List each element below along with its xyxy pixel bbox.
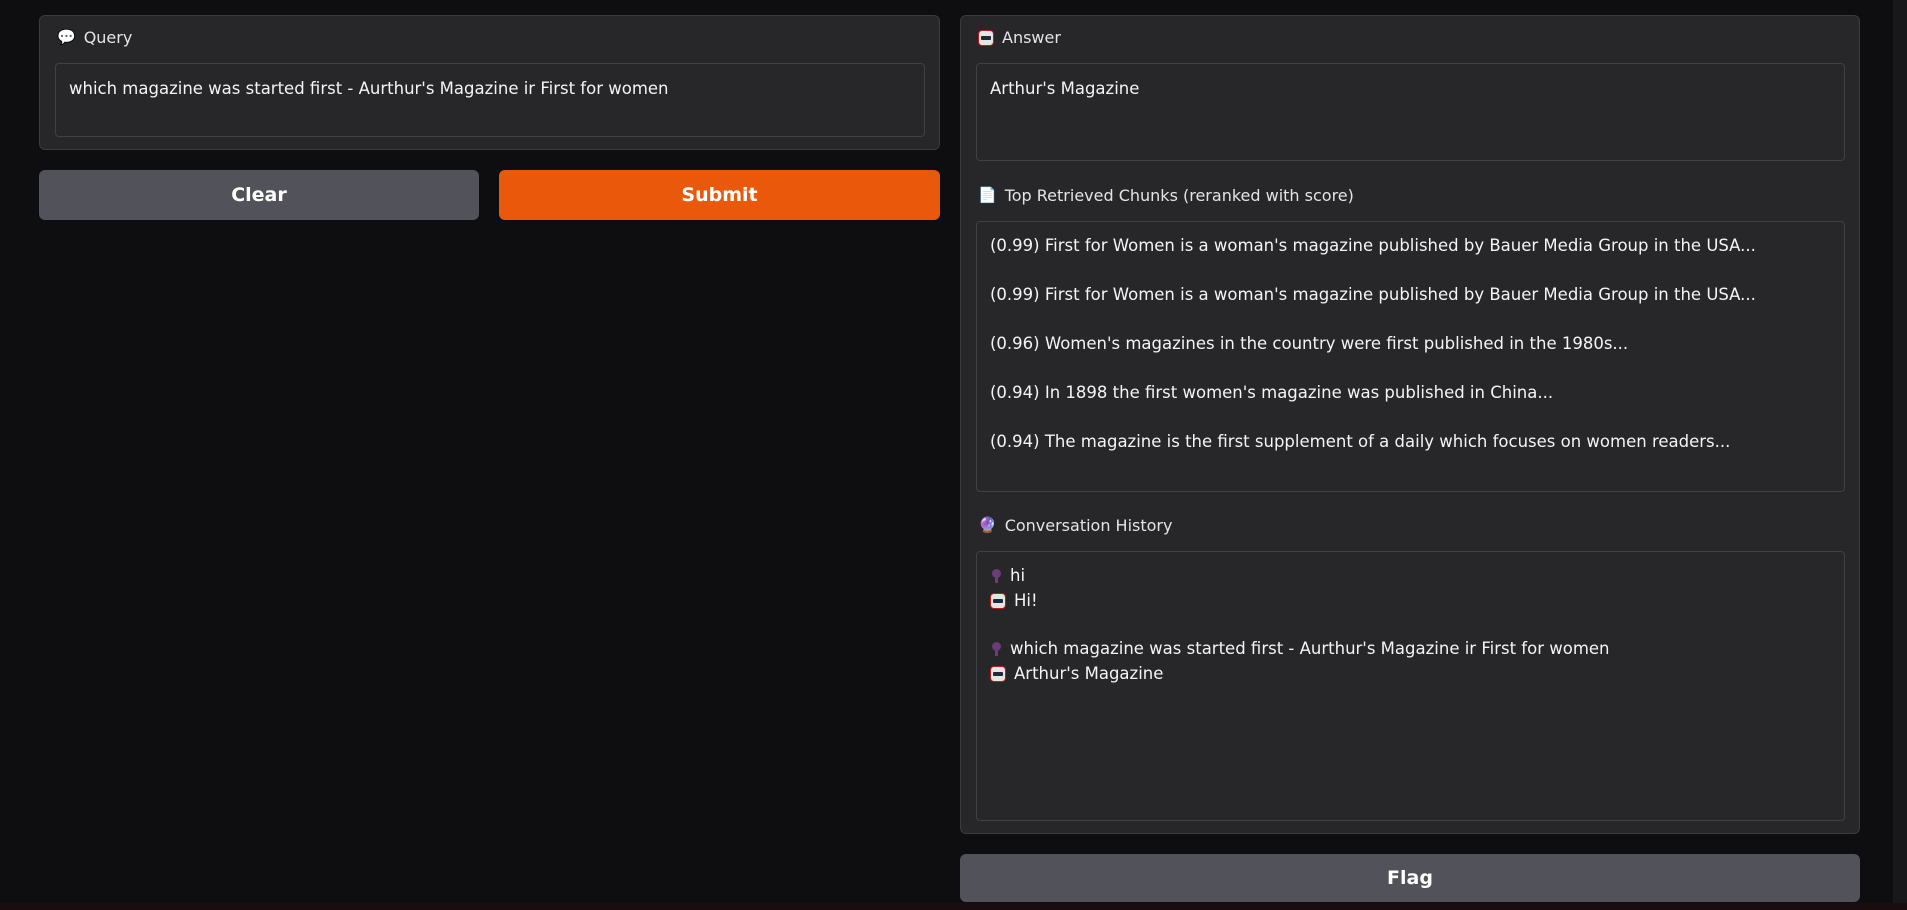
history-bot-text: Arthur's Magazine: [1014, 663, 1164, 683]
history-bot-text: Hi!: [1014, 590, 1038, 610]
history-label-text: Conversation History: [1004, 516, 1173, 535]
query-panel: 💬 Query which magazine was started first…: [39, 15, 940, 150]
history-label: 🔮 Conversation History: [978, 516, 1172, 535]
history-spacer: [990, 613, 1831, 637]
page-scrollbar[interactable]: [1893, 0, 1907, 903]
chunk-item: (0.94) The magazine is the first supplem…: [990, 432, 1731, 451]
history-user-text: which magazine was started first - Aurth…: [1010, 639, 1610, 659]
answer-label-text: Answer: [1002, 28, 1061, 47]
output-panel: Answer Arthur's Magazine 📄 Top Retrieved…: [960, 15, 1860, 834]
speech-bubble-icon: 💬: [57, 28, 76, 46]
page-icon: 📄: [978, 186, 997, 204]
answer-label: Answer: [978, 28, 1061, 47]
history-output[interactable]: hi Hi! which magazine was started first …: [976, 551, 1845, 821]
history-user-line: hi: [990, 564, 1831, 589]
history-user-line: which magazine was started first - Aurth…: [990, 637, 1831, 662]
chunks-output[interactable]: (0.99) First for Women is a woman's maga…: [976, 221, 1845, 492]
chunk-item: (0.96) Women's magazines in the country …: [990, 334, 1629, 353]
chunk-item: (0.99) First for Women is a woman's maga…: [990, 285, 1756, 304]
chunks-label: 📄 Top Retrieved Chunks (reranked with sc…: [978, 186, 1354, 205]
answer-output-text: Arthur's Magazine: [990, 79, 1140, 98]
user-pin-icon: [990, 569, 1002, 584]
answer-output[interactable]: Arthur's Magazine: [976, 63, 1845, 161]
chunk-item: (0.94) In 1898 the first women's magazin…: [990, 383, 1554, 402]
taskbar-strip: [0, 903, 1907, 910]
chunk-item: (0.99) First for Women is a woman's maga…: [990, 236, 1756, 255]
history-bot-line: Hi!: [990, 589, 1831, 614]
user-pin-icon: [990, 642, 1002, 657]
query-input-text: which magazine was started first - Aurth…: [69, 79, 669, 98]
submit-button[interactable]: Submit: [499, 170, 940, 220]
robot-icon: [990, 592, 1006, 609]
clear-button[interactable]: Clear: [39, 170, 479, 220]
history-user-text: hi: [1010, 566, 1026, 586]
chunks-label-text: Top Retrieved Chunks (reranked with scor…: [1004, 186, 1354, 205]
query-label-text: Query: [83, 28, 133, 47]
flag-button[interactable]: Flag: [960, 854, 1860, 902]
robot-icon: [978, 29, 994, 46]
history-bot-line: Arthur's Magazine: [990, 662, 1831, 687]
robot-icon: [990, 665, 1006, 682]
query-input[interactable]: which magazine was started first - Aurth…: [55, 63, 925, 137]
crystal-ball-icon: 🔮: [978, 516, 997, 534]
query-label: 💬 Query: [57, 28, 132, 47]
